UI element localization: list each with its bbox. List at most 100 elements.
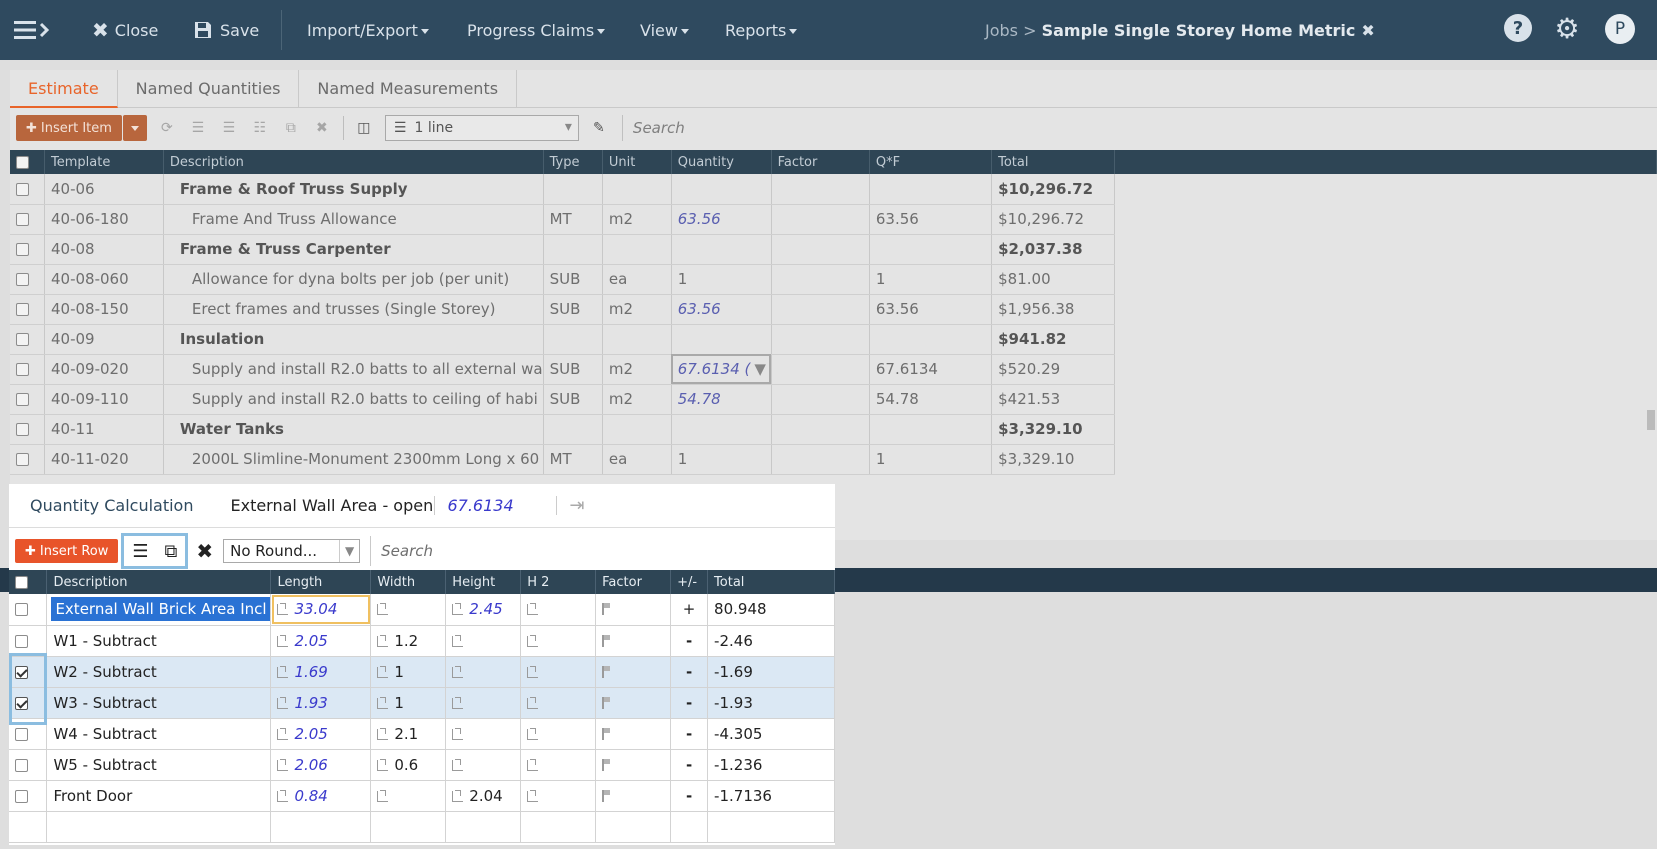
flag-icon[interactable]	[602, 758, 611, 771]
col-h2[interactable]: H 2	[520, 570, 597, 594]
duplicate-icon[interactable]: ⧉	[165, 541, 178, 562]
flag-icon[interactable]	[602, 665, 611, 678]
columns-icon[interactable]: ◫	[353, 117, 375, 139]
calc-name-field[interactable]: External Wall Area - openir	[230, 496, 436, 515]
col-factor[interactable]: Factor	[771, 150, 870, 174]
cell-quantity[interactable]: 67.6134 (▼	[671, 354, 772, 385]
cell-width[interactable]	[370, 594, 447, 626]
link-icon[interactable]	[377, 603, 389, 616]
dialog-search-input[interactable]: Search	[370, 536, 800, 566]
flag-icon[interactable]	[602, 727, 611, 740]
cell-h2[interactable]	[520, 749, 597, 781]
cell-quantity[interactable]: 1	[671, 444, 772, 475]
row-checkbox[interactable]	[10, 384, 45, 415]
cell-length[interactable]: 1.69	[270, 656, 372, 688]
cell-length[interactable]: 2.06	[270, 749, 372, 781]
cell-quantity[interactable]: 63.56	[671, 204, 772, 235]
link-icon[interactable]	[377, 758, 389, 771]
cell-length[interactable]: 2.05	[270, 718, 372, 750]
col-quantity[interactable]: Quantity	[671, 150, 772, 174]
cell-description[interactable]: Frame & Roof Truss Supply	[163, 174, 544, 205]
cell-description[interactable]: Front Door	[46, 780, 272, 812]
close-job-icon[interactable]: ✖	[1361, 21, 1374, 40]
row-checkbox[interactable]	[10, 264, 45, 295]
cell-factor[interactable]	[771, 294, 870, 325]
link-icon[interactable]	[277, 789, 289, 802]
cell-h2[interactable]	[520, 780, 597, 812]
col-height[interactable]: Height	[445, 570, 522, 594]
link-icon[interactable]	[527, 665, 539, 678]
col-description[interactable]: Description	[46, 570, 272, 594]
cell-factor[interactable]	[771, 234, 870, 265]
select-all-checkbox[interactable]	[10, 150, 45, 174]
gear-icon[interactable]: ⚙	[1553, 12, 1581, 45]
link-icon[interactable]	[452, 634, 464, 647]
cell-description[interactable]: Frame & Truss Carpenter	[163, 234, 544, 265]
row-checkbox[interactable]	[9, 780, 48, 812]
cell-factor[interactable]	[595, 749, 672, 781]
cell-h2[interactable]	[520, 718, 597, 750]
col-width[interactable]: Width	[370, 570, 447, 594]
cell-sign[interactable]: -	[670, 625, 709, 657]
outdent-icon[interactable]: ☰	[218, 117, 240, 139]
link-icon[interactable]	[527, 758, 539, 771]
row-checkbox[interactable]	[10, 294, 45, 325]
col-total[interactable]: Total	[991, 150, 1116, 174]
cell-height[interactable]	[445, 656, 522, 688]
cell-factor[interactable]	[595, 594, 672, 626]
cell-description[interactable]: W3 - Subtract	[46, 687, 272, 719]
cell-width[interactable]: 2.1	[370, 718, 447, 750]
table-row[interactable]: W5 - Subtract 2.06 0.6 - -1.236	[9, 749, 835, 781]
close-button[interactable]: ✖ Close	[92, 0, 158, 60]
breadcrumb-jobs[interactable]: Jobs >	[985, 21, 1042, 40]
cell-quantity[interactable]	[671, 414, 772, 445]
cell-factor[interactable]	[595, 780, 672, 812]
tab-named-quantities[interactable]: Named Quantities	[118, 70, 300, 108]
group-row[interactable]: 40-08 Frame & Truss Carpenter $2,037.38	[10, 234, 1657, 265]
cell-height[interactable]: 2.45	[445, 594, 522, 626]
link-icon[interactable]	[277, 603, 289, 616]
row-checkbox[interactable]	[10, 414, 45, 445]
col-sign[interactable]: +/-	[670, 570, 709, 594]
cell-sign[interactable]: -	[670, 718, 709, 750]
cell-height[interactable]	[445, 687, 522, 719]
table-row[interactable]: 40-06-180 Frame And Truss Allowance MT m2 63…	[10, 204, 1657, 235]
cell-description[interactable]: 2000L Slimline-Monument 2300mm Long x 60	[163, 444, 544, 475]
cell-factor[interactable]	[595, 625, 672, 657]
table-row[interactable]: W3 - Subtract 1.93 1 - -1.93	[9, 687, 835, 719]
tab-named-measurements[interactable]: Named Measurements	[299, 70, 518, 108]
row-checkbox[interactable]	[10, 234, 45, 265]
flag-icon[interactable]	[602, 789, 611, 802]
save-button[interactable]: Save	[194, 0, 259, 60]
menu-view[interactable]: View	[640, 0, 689, 60]
cell-description[interactable]: W4 - Subtract	[46, 718, 272, 750]
cell-sign[interactable]: +	[670, 594, 709, 626]
table-row[interactable]: 40-09-020 Supply and install R2.0 batts t…	[10, 354, 1657, 385]
cell-width[interactable]	[370, 780, 447, 812]
table-row[interactable]: W4 - Subtract 2.05 2.1 - -4.305	[9, 718, 835, 750]
link-icon[interactable]	[277, 727, 289, 740]
cell-description[interactable]: Insulation	[163, 324, 544, 355]
cell-description[interactable]: Supply and install R2.0 batts to all ext…	[163, 354, 544, 385]
cell-description[interactable]: W2 - Subtract	[46, 656, 272, 688]
cell-factor[interactable]	[595, 656, 672, 688]
avatar[interactable]: P	[1605, 14, 1635, 44]
cell-description[interactable]: Allowance for dyna bolts per job (per un…	[163, 264, 544, 295]
col-type[interactable]: Type	[543, 150, 603, 174]
cell-length[interactable]: 0.84	[270, 780, 372, 812]
cell-height[interactable]: 2.04	[445, 780, 522, 812]
row-checkbox[interactable]	[10, 444, 45, 475]
link-icon[interactable]	[377, 696, 389, 709]
col-factor[interactable]: Factor	[595, 570, 672, 594]
col-total[interactable]: Total	[707, 570, 835, 594]
cell-quantity[interactable]: 1	[671, 264, 772, 295]
link-icon[interactable]	[527, 634, 539, 647]
scrollbar[interactable]	[1647, 180, 1655, 530]
table-row[interactable]: Front Door 0.84 2.04 - -1.7136	[9, 780, 835, 812]
rounding-select[interactable]: No Round... ▼	[223, 539, 361, 563]
cell-factor[interactable]	[771, 414, 870, 445]
table-row[interactable]: 40-08-150 Erect frames and trusses (Singl…	[10, 294, 1657, 325]
col-template[interactable]: Template	[44, 150, 164, 174]
link-icon[interactable]	[452, 789, 464, 802]
col-unit[interactable]: Unit	[602, 150, 672, 174]
